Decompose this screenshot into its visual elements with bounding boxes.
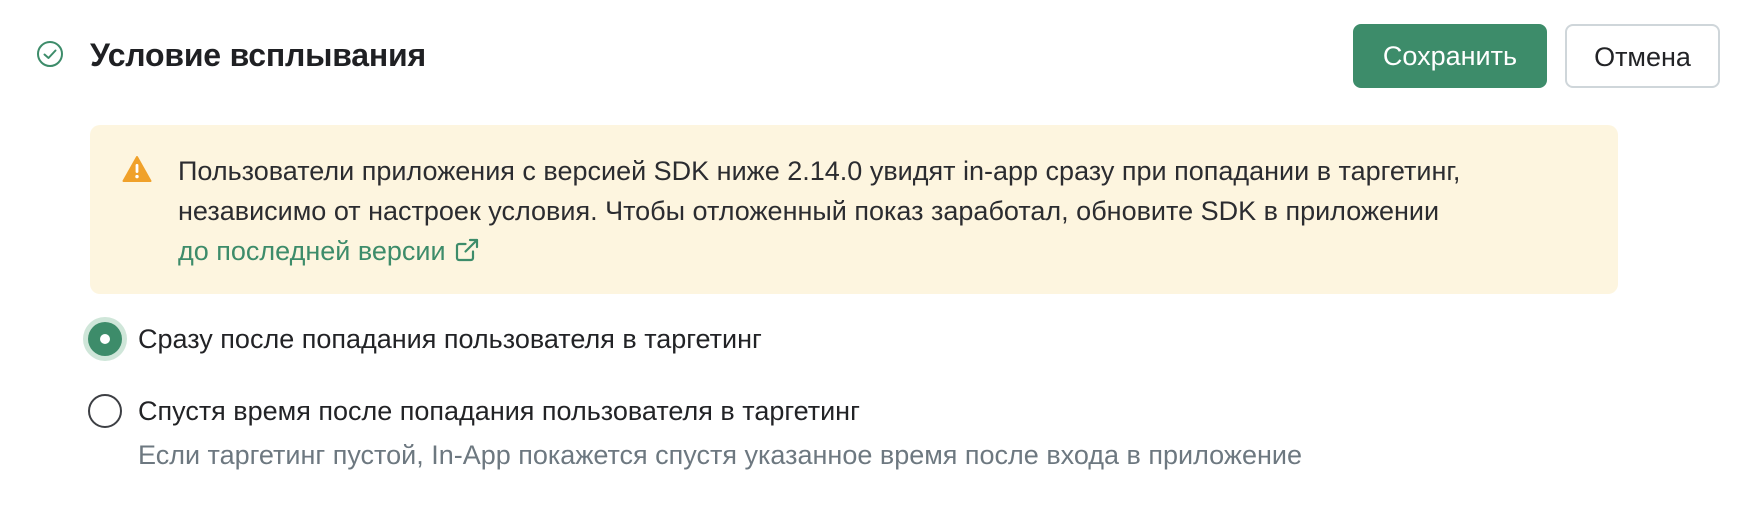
radio-immediately[interactable] — [88, 322, 122, 356]
save-button[interactable]: Сохранить — [1353, 24, 1547, 88]
popup-condition-section: Условие всплывания Сохранить Отмена Поль… — [0, 0, 1758, 518]
external-link-icon — [455, 238, 478, 262]
sdk-update-link[interactable]: до последней версии — [178, 236, 480, 266]
sdk-update-link-text: до последней версии — [178, 236, 446, 266]
section-header: Условие всплывания Сохранить Отмена — [36, 24, 1730, 88]
sdk-warning-alert: Пользователи приложения с версией SDK ни… — [90, 125, 1618, 294]
check-circle-icon — [37, 41, 63, 67]
warning-triangle-icon — [122, 156, 152, 182]
alert-body-text: Пользователи приложения с версией SDK ни… — [178, 156, 1461, 226]
option-immediately-label[interactable]: Сразу после попадания пользователя в тар… — [138, 321, 762, 357]
section-title: Условие всплывания — [90, 37, 426, 73]
option-delayed-label[interactable]: Спустя время после попадания пользовател… — [138, 393, 860, 429]
radio-delayed[interactable] — [88, 394, 122, 428]
alert-message: Пользователи приложения с версией SDK ни… — [178, 151, 1578, 271]
cancel-button[interactable]: Отмена — [1565, 24, 1720, 88]
option-delayed-hint: Если таргетинг пустой, In-App покажется … — [138, 440, 1302, 470]
